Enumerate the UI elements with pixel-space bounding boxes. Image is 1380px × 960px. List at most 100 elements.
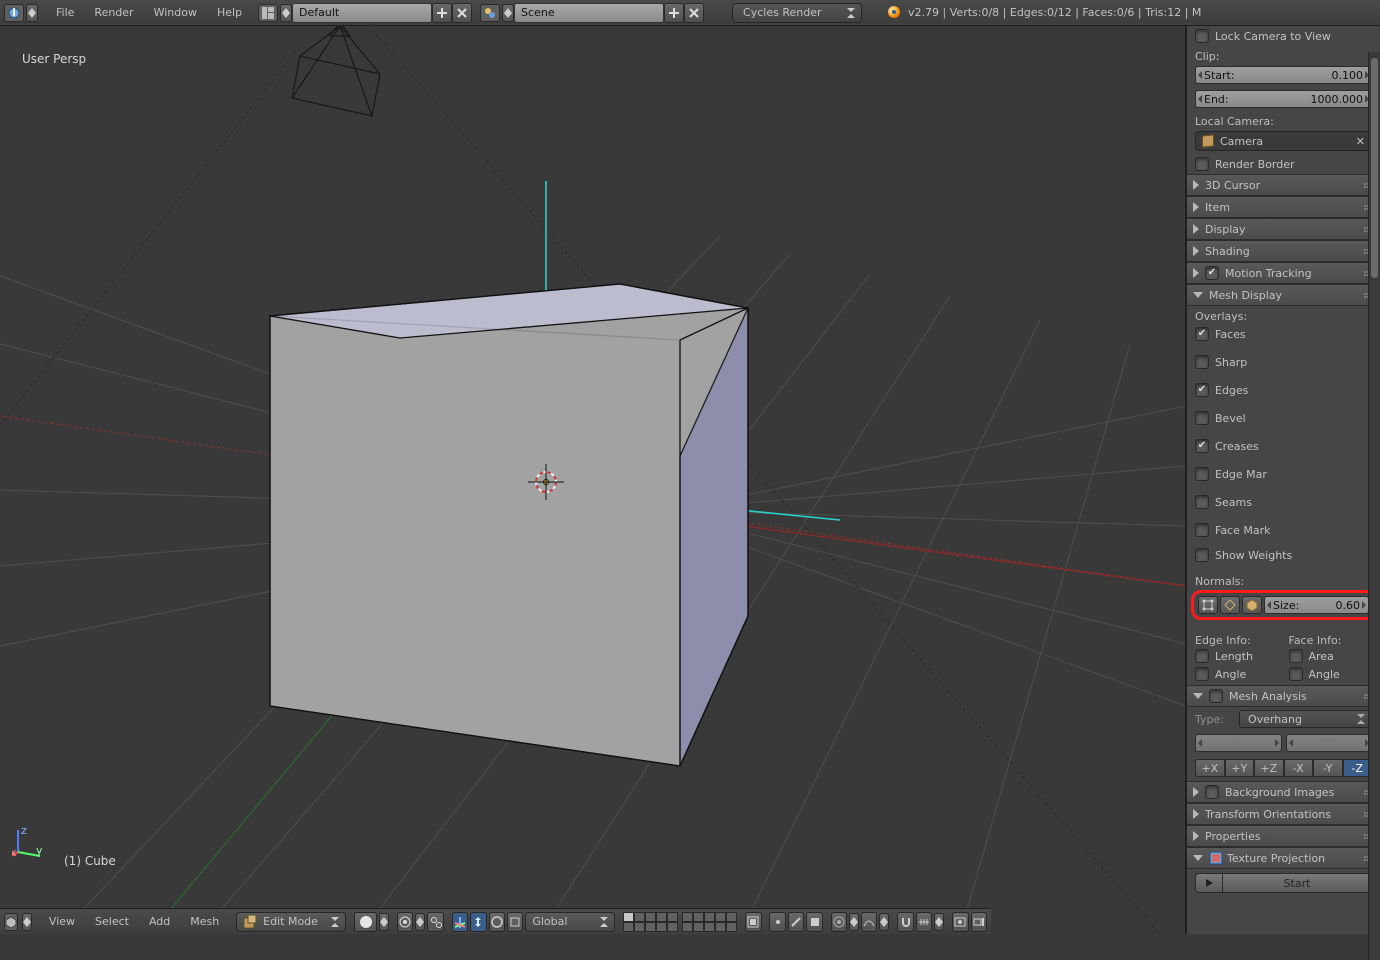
overlay-edges-checkbox[interactable] <box>1195 383 1209 397</box>
normals-size-field[interactable]: Size:0.60 <box>1264 596 1369 614</box>
editor-type-3dview-icon[interactable] <box>4 913 18 931</box>
proportional-toggle-icon[interactable] <box>849 913 859 931</box>
panel-shading[interactable]: Shading <box>1187 240 1380 262</box>
overlay-seams-checkbox[interactable] <box>1195 495 1209 509</box>
menu-render[interactable]: Render <box>84 3 143 22</box>
clear-camera-icon[interactable]: ✕ <box>1356 135 1365 148</box>
npanel-scrollbar[interactable] <box>1368 52 1380 960</box>
delete-scene-button[interactable] <box>684 3 704 23</box>
panel-background-images[interactable]: Background Images <box>1187 781 1380 803</box>
overlay-sharp-checkbox[interactable] <box>1195 355 1209 369</box>
clip-end-field[interactable]: End:1000.000 <box>1195 90 1372 108</box>
menu-select[interactable]: Select <box>86 912 138 931</box>
edge-info-angle-checkbox[interactable] <box>1195 667 1209 681</box>
axis-plusminus-Y[interactable]: +Y <box>1225 759 1255 777</box>
editor-type-icon[interactable]: i <box>4 4 24 22</box>
pivot-toggle-icon[interactable] <box>415 913 425 931</box>
menu-add[interactable]: Add <box>140 912 179 931</box>
add-screen-button[interactable] <box>432 3 452 23</box>
viewport-header: View Select Add Mesh Edit Mode <box>0 908 991 934</box>
axis-plusminus-Z[interactable]: +Z <box>1254 759 1284 777</box>
editor-type-3dview-toggle-icon[interactable] <box>22 913 32 931</box>
select-mode-edge[interactable] <box>788 912 804 932</box>
scene-browse-icon[interactable] <box>480 4 500 22</box>
menu-window[interactable]: Window <box>144 3 207 22</box>
face-info-angle-checkbox[interactable] <box>1289 667 1303 681</box>
axis-minus-Y[interactable]: -Y <box>1313 759 1343 777</box>
snap-element-toggle-icon[interactable] <box>934 913 944 931</box>
menu-file[interactable]: File <box>46 3 84 22</box>
overlay-creases-checkbox[interactable] <box>1195 439 1209 453</box>
menu-mesh[interactable]: Mesh <box>181 912 228 931</box>
analysis-type-dropdown[interactable]: Overhang <box>1239 710 1372 728</box>
panel-3d-cursor[interactable]: 3D Cursor <box>1187 174 1380 196</box>
edge-info-label: Edge Info: <box>1195 630 1279 647</box>
normal-face-button[interactable] <box>1242 596 1262 614</box>
axis-minus-X[interactable]: -X <box>1284 759 1314 777</box>
proportional-edit-dropdown[interactable] <box>831 912 847 932</box>
analysis-deg-hi-field[interactable]: 45° <box>1286 734 1373 752</box>
panel-motion-tracking[interactable]: Motion Tracking <box>1187 262 1380 284</box>
overlay-bevel-checkbox[interactable] <box>1195 411 1209 425</box>
opengl-render-anim-button[interactable] <box>971 912 987 932</box>
select-mode-face[interactable] <box>806 912 822 932</box>
clip-start-field[interactable]: Start:0.100 <box>1195 66 1372 84</box>
layer-buttons[interactable] <box>623 912 737 932</box>
panel-mesh-display[interactable]: Mesh Display <box>1187 284 1380 306</box>
menu-help[interactable]: Help <box>207 3 252 22</box>
orientation-dropdown[interactable]: Global <box>525 912 615 932</box>
motion-tracking-checkbox[interactable] <box>1205 266 1219 280</box>
texproj-start-button[interactable]: Start <box>1223 873 1372 893</box>
screen-browse-icon[interactable] <box>258 4 278 22</box>
screen-layout-field[interactable]: Default <box>292 3 432 23</box>
edge-info-length-checkbox[interactable] <box>1195 649 1209 663</box>
face-info-area-checkbox[interactable] <box>1289 649 1303 663</box>
mode-dropdown[interactable]: Edit Mode <box>236 912 346 932</box>
panel-item[interactable]: Item <box>1187 196 1380 218</box>
screen-browse-toggle-icon[interactable] <box>280 4 292 22</box>
manipulator-toggle[interactable] <box>452 912 468 932</box>
editor-type-toggle-icon[interactable] <box>26 4 38 22</box>
add-scene-button[interactable] <box>664 3 684 23</box>
panel-mesh-analysis[interactable]: Mesh Analysis <box>1187 685 1380 707</box>
analysis-deg-lo-field[interactable]: 0° <box>1195 734 1282 752</box>
proportional-falloff-dropdown[interactable] <box>861 912 877 932</box>
snap-toggle[interactable] <box>897 912 913 932</box>
mesh-analysis-checkbox[interactable] <box>1209 689 1223 703</box>
texproj-play-button[interactable] <box>1195 873 1223 893</box>
axis-plusminus-X[interactable]: +X <box>1195 759 1225 777</box>
render-border-checkbox[interactable] <box>1195 157 1209 171</box>
normal-loop-button[interactable] <box>1220 596 1240 614</box>
select-mode-vertex[interactable] <box>769 912 785 932</box>
local-camera-field[interactable]: Camera ✕ <box>1195 131 1372 151</box>
info-header: i File Render Window Help Default Scene … <box>0 0 1380 26</box>
overlay-edge mar-checkbox[interactable] <box>1195 467 1209 481</box>
render-engine-dropdown[interactable]: Cycles Render <box>732 3 862 23</box>
snap-element-dropdown[interactable] <box>916 912 932 932</box>
panel-properties[interactable]: Properties <box>1187 825 1380 847</box>
normal-vertex-button[interactable] <box>1198 596 1218 614</box>
overlay-faces-checkbox[interactable] <box>1195 327 1209 341</box>
delete-screen-button[interactable] <box>452 3 472 23</box>
shading-toggle-icon[interactable] <box>379 913 389 931</box>
panel-texture-projection[interactable]: Texture Projection <box>1187 847 1380 869</box>
shading-dropdown[interactable] <box>354 912 377 932</box>
menu-view[interactable]: View <box>40 912 84 931</box>
limit-selection-button[interactable] <box>745 912 761 932</box>
proportional-falloff-toggle-icon[interactable] <box>879 913 889 931</box>
3d-viewport[interactable]: User Persp (1) Cube z y x View Select Ad… <box>0 26 1186 934</box>
pivot-individual-button[interactable] <box>427 912 443 932</box>
show-weights-checkbox[interactable] <box>1195 548 1209 562</box>
panel-display[interactable]: Display <box>1187 218 1380 240</box>
lock-camera-checkbox[interactable] <box>1195 29 1209 43</box>
overlay-face mark-checkbox[interactable] <box>1195 523 1209 537</box>
opengl-render-image-button[interactable] <box>952 912 968 932</box>
scene-field[interactable]: Scene <box>514 3 664 23</box>
manipulator-translate[interactable] <box>470 912 486 932</box>
panel-transform-orientations[interactable]: Transform Orientations <box>1187 803 1380 825</box>
background-images-checkbox[interactable] <box>1205 785 1219 799</box>
pivot-dropdown[interactable] <box>397 912 413 932</box>
scene-browse-toggle-icon[interactable] <box>502 4 514 22</box>
manipulator-scale[interactable] <box>507 912 523 932</box>
manipulator-rotate[interactable] <box>489 912 505 932</box>
